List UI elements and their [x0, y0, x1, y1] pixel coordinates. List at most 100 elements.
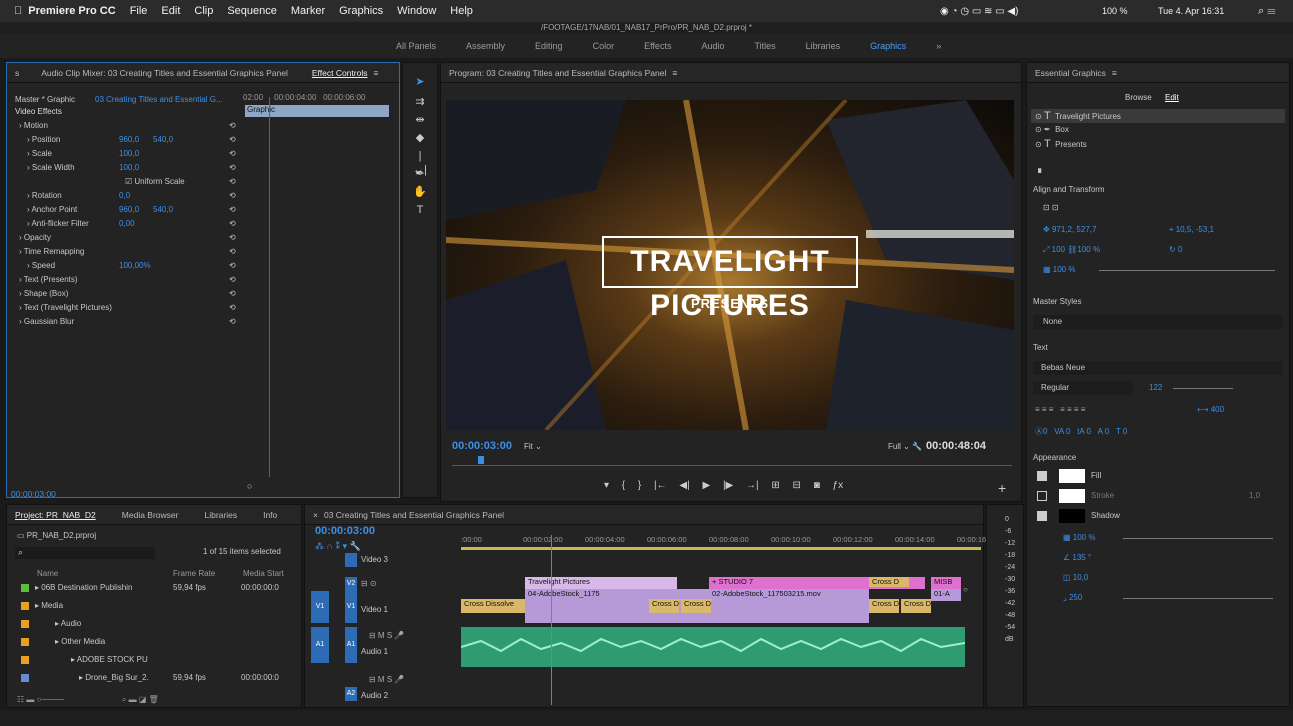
v1-target[interactable]: V1 [345, 591, 357, 623]
layer-shape-box[interactable]: ⊙ ✒ Box [1035, 123, 1069, 137]
ripple-edit-icon[interactable]: ⇹ [413, 113, 427, 127]
col-name[interactable]: Name [37, 567, 58, 581]
ws-all-panels[interactable]: All Panels [396, 41, 436, 51]
ec-timecode[interactable]: 00:00:03:00 [11, 489, 56, 499]
reset-icon[interactable]: ⟲ [229, 189, 236, 203]
shadow-angle[interactable]: ∠ 135 ° [1063, 551, 1091, 565]
menu-edit[interactable]: Edit [161, 5, 180, 17]
menu-graphics[interactable]: Graphics [339, 5, 383, 17]
ec-row-1[interactable]: › Position 960,0 540,0 ⟲ [27, 133, 236, 147]
ec-row-value[interactable]: 960,0 [119, 203, 139, 217]
project-item[interactable]: ▸ Audio [15, 617, 295, 631]
anchor-values[interactable]: ⌖ 10,5, -53,1 [1169, 223, 1214, 237]
program-playhead[interactable] [478, 456, 484, 464]
shadow-checkbox[interactable] [1037, 511, 1047, 521]
search-icon[interactable]: ⌕ ☰ [1258, 5, 1275, 18]
resolution-dropdown[interactable]: Full ⌄ 🔧 [888, 442, 922, 451]
v2-controls[interactable]: ⊟ ⊙ [361, 577, 377, 591]
menu-icon[interactable]: ≡ [672, 68, 677, 78]
project-item[interactable]: ▸ Other Media [15, 635, 295, 649]
reset-icon[interactable]: ⟲ [229, 133, 236, 147]
reset-icon[interactable]: ⟲ [229, 259, 236, 273]
ec-row-9[interactable]: › Time Remapping ⟲ [19, 245, 236, 259]
a2-target[interactable]: A2 [345, 687, 357, 701]
ec-row-6[interactable]: › Anchor Point 960,0 540,0 ⟲ [27, 203, 236, 217]
tab-prev[interactable]: s [15, 68, 19, 78]
audio-clip-a1[interactable] [460, 627, 966, 667]
program-timecode[interactable]: 00:00:03:00 [452, 440, 512, 452]
selection-tool-icon[interactable]: ➤ [413, 75, 427, 89]
track-v1[interactable]: Video 1 [361, 603, 388, 617]
v1-source[interactable]: V1 [311, 591, 329, 623]
align-icons[interactable]: ⊡ ⊡ [1043, 201, 1059, 215]
tracking-value[interactable]: ⟷ 400 [1197, 403, 1224, 417]
ec-row-4[interactable]: ☑ Uniform Scale ⟲ [125, 175, 236, 189]
transition-cross-d-2[interactable]: Cross D [681, 599, 711, 613]
reset-icon[interactable]: ⟲ [229, 287, 236, 301]
timeline-playhead[interactable] [551, 535, 552, 705]
a1-target[interactable]: A1 [345, 627, 357, 663]
tab-audio-mixer[interactable]: Audio Clip Mixer: 03 Creating Titles and… [41, 68, 288, 78]
menu-help[interactable]: Help [450, 5, 473, 17]
ec-playhead[interactable] [269, 97, 270, 477]
slip-icon[interactable]: |↔| [413, 149, 427, 176]
ws-more-icon[interactable]: » [936, 41, 941, 51]
tab-edit[interactable]: Edit [1165, 91, 1179, 105]
ws-titles[interactable]: Titles [754, 41, 775, 51]
ws-libraries[interactable]: Libraries [806, 41, 841, 51]
shadow-size[interactable]: ⌟ 250 [1063, 591, 1082, 605]
clip-misb[interactable]: MISB [931, 577, 961, 589]
v3-target[interactable] [345, 553, 357, 567]
sequence-link[interactable]: 03 Creating Titles and Essential G... [95, 93, 223, 107]
track-a2[interactable]: Audio 2 [361, 689, 388, 703]
tab-libraries[interactable]: Libraries [204, 510, 237, 520]
timeline-ruler[interactable]: :00:00 00:00:02:00 00:00:04:00 00:00:06:00 0… [461, 535, 988, 547]
clip-adobestock-117503215[interactable]: 02-AdobeStock_117503215.mov [709, 589, 869, 623]
tab-browse[interactable]: Browse [1125, 91, 1152, 105]
menu-sequence[interactable]: Sequence [227, 5, 277, 17]
fill-checkbox[interactable] [1037, 471, 1047, 481]
font-size-value[interactable]: 122 [1149, 381, 1162, 395]
transport-controls[interactable]: ▾ { } |← ◀| ▶ |▶ →| ⊞ ⊟ ◙ ƒx [604, 480, 843, 491]
ec-row-8[interactable]: › Opacity ⟲ [19, 231, 236, 245]
a2-controls[interactable]: ⊟ M S 🎤 [369, 673, 404, 687]
hand-icon[interactable]: ✋ [413, 185, 427, 199]
project-item[interactable]: ▸ Drone_Big Sur_2. 59,94 fps 00:00:00:0 [15, 671, 295, 685]
ws-audio[interactable]: Audio [701, 41, 724, 51]
stroke-swatch[interactable] [1059, 489, 1085, 503]
track-select-icon[interactable]: ⇉ [413, 95, 427, 109]
tab-info[interactable]: Info [263, 510, 277, 520]
title-text[interactable]: TRAVELIGHT PICTURES [606, 240, 854, 328]
essential-title[interactable]: Essential Graphics [1035, 68, 1106, 78]
pen-icon[interactable]: ✒ [413, 167, 427, 181]
reset-icon[interactable]: ⟲ [229, 203, 236, 217]
reset-icon[interactable]: ⟲ [229, 315, 236, 329]
ec-row-12[interactable]: › Shape (Box) ⟲ [19, 287, 236, 301]
ec-row-10[interactable]: › Speed 100,00% ⟲ [27, 259, 236, 273]
ec-zoom-slider[interactable]: ○ [247, 481, 252, 491]
razor-icon[interactable]: ◆ [413, 131, 427, 145]
ec-row-2[interactable]: › Scale 100,0 ⟲ [27, 147, 236, 161]
ec-row-0[interactable]: › Motion ⟲ [19, 119, 236, 133]
tab-media-browser[interactable]: Media Browser [122, 510, 179, 520]
status-icons[interactable]: ◉ ◔ ◷ ▭ ≋ ▭ ◀) [940, 6, 1018, 17]
reset-icon[interactable]: ⟲ [229, 217, 236, 231]
ec-row-value[interactable]: 0,0 [119, 189, 130, 203]
program-video-frame[interactable]: TRAVELIGHT PICTURES PRESENTS [446, 100, 1014, 430]
a1-source[interactable]: A1 [311, 627, 329, 663]
ec-row-value[interactable]: 960,0 [119, 133, 139, 147]
menu-file[interactable]: File [130, 5, 148, 17]
timeline-scroll-handle[interactable]: ○ [963, 585, 968, 594]
ec-row-3[interactable]: › Scale Width 100,0 ⟲ [27, 161, 236, 175]
apple-icon[interactable]:  [14, 5, 22, 17]
new-layer-icon[interactable]: ▝ [1035, 167, 1041, 181]
ws-color[interactable]: Color [593, 41, 615, 51]
ec-row-5[interactable]: › Rotation 0,0 ⟲ [27, 189, 236, 203]
ws-effects[interactable]: Effects [644, 41, 671, 51]
master-style-select[interactable]: None [1033, 315, 1283, 329]
ws-editing[interactable]: Editing [535, 41, 563, 51]
font-select[interactable]: Bebas Neue [1033, 361, 1283, 375]
fill-swatch[interactable] [1059, 469, 1085, 483]
transition-cross-dissolve[interactable]: Cross Dissolve [461, 599, 525, 613]
menu-window[interactable]: Window [397, 5, 436, 17]
